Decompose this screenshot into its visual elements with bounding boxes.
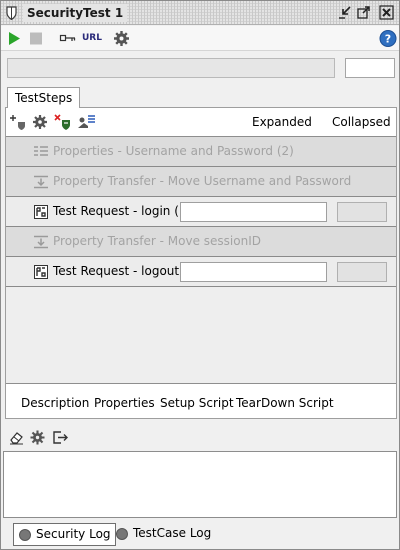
test-step-label: Properties - Username and Password (2) <box>53 144 294 158</box>
test-step-row[interactable]: Property Transfer - Move sessionID <box>6 227 396 257</box>
log-tab-label: TestCase Log <box>133 526 212 540</box>
tab-security-log[interactable]: Security Log <box>13 523 116 546</box>
tab-description[interactable]: Description <box>21 396 89 410</box>
property-transfer-icon <box>34 235 48 249</box>
run-icon[interactable] <box>7 30 21 47</box>
tab-testcase-log[interactable]: TestCase Log <box>111 523 215 546</box>
test-step-list: Properties - Username and Password (2) P… <box>6 136 396 384</box>
tab-teardown-script[interactable]: TearDown Script <box>236 396 334 410</box>
tab-properties[interactable]: Properties <box>94 396 155 410</box>
eraser-icon[interactable] <box>9 430 24 445</box>
stop-icon[interactable] <box>29 30 43 47</box>
tab-setup-script[interactable]: Setup Script <box>160 396 234 410</box>
test-request-icon <box>34 265 48 279</box>
test-step-row[interactable]: Test Request - login ( <box>6 197 396 227</box>
window-title: SecurityTest 1 <box>23 4 128 22</box>
tab-teststeps[interactable]: TestSteps <box>7 87 81 108</box>
url-button[interactable]: URL <box>82 30 102 47</box>
log-output-area[interactable] <box>3 451 397 518</box>
progress-status-field <box>345 58 395 78</box>
add-step-icon[interactable] <box>10 114 28 130</box>
test-step-status <box>337 262 387 282</box>
gear-icon[interactable] <box>113 30 130 47</box>
test-step-label: Test Request - logout <box>53 264 180 278</box>
steps-toolbar: Expanded Collapsed <box>6 108 396 136</box>
test-step-row[interactable]: Property Transfer - Move Username and Pa… <box>6 167 396 197</box>
test-step-label: Property Transfer - Move Username and Pa… <box>53 174 352 188</box>
svg-text:?: ? <box>385 33 391 46</box>
step-detail-tabs: Description Properties Setup Script Tear… <box>6 394 396 418</box>
title-bar: SecurityTest 1 <box>1 1 399 25</box>
gear-icon[interactable] <box>32 114 48 130</box>
security-test-window: SecurityTest 1 URL ? TestSteps Expanded … <box>0 0 400 550</box>
close-icon[interactable] <box>379 5 394 20</box>
teststeps-panel: Expanded Collapsed Properties - Username… <box>5 107 397 419</box>
gear-icon[interactable] <box>30 430 45 445</box>
maximize-icon[interactable] <box>356 5 371 20</box>
test-step-row[interactable]: Properties - Username and Password (2) <box>6 137 396 167</box>
export-icon[interactable] <box>52 430 68 445</box>
progress-bar <box>7 58 335 78</box>
test-step-status <box>337 202 387 222</box>
remove-step-icon[interactable] <box>54 114 72 130</box>
status-dot-icon <box>116 528 128 540</box>
help-icon[interactable]: ? <box>379 29 397 48</box>
log-tab-label: Security Log <box>36 527 111 541</box>
expanded-button[interactable]: Expanded <box>252 115 312 129</box>
log-toolbar <box>1 426 399 448</box>
collapsed-button[interactable]: Collapsed <box>332 115 391 129</box>
test-step-input[interactable] <box>180 262 327 282</box>
test-step-row[interactable]: Test Request - logout <box>6 257 396 287</box>
test-request-icon <box>34 205 48 219</box>
key-options-icon[interactable] <box>59 30 77 47</box>
minimize-icon[interactable] <box>337 5 352 20</box>
status-dot-icon <box>19 529 31 541</box>
test-step-label: Property Transfer - Move sessionID <box>53 234 261 248</box>
step-list-icon[interactable] <box>76 114 96 130</box>
test-step-label: Test Request - login ( <box>53 204 179 218</box>
properties-icon <box>34 146 48 156</box>
shield-icon <box>6 6 17 20</box>
main-toolbar: URL ? <box>1 26 399 51</box>
test-step-input[interactable] <box>180 202 327 222</box>
property-transfer-icon <box>34 175 48 189</box>
